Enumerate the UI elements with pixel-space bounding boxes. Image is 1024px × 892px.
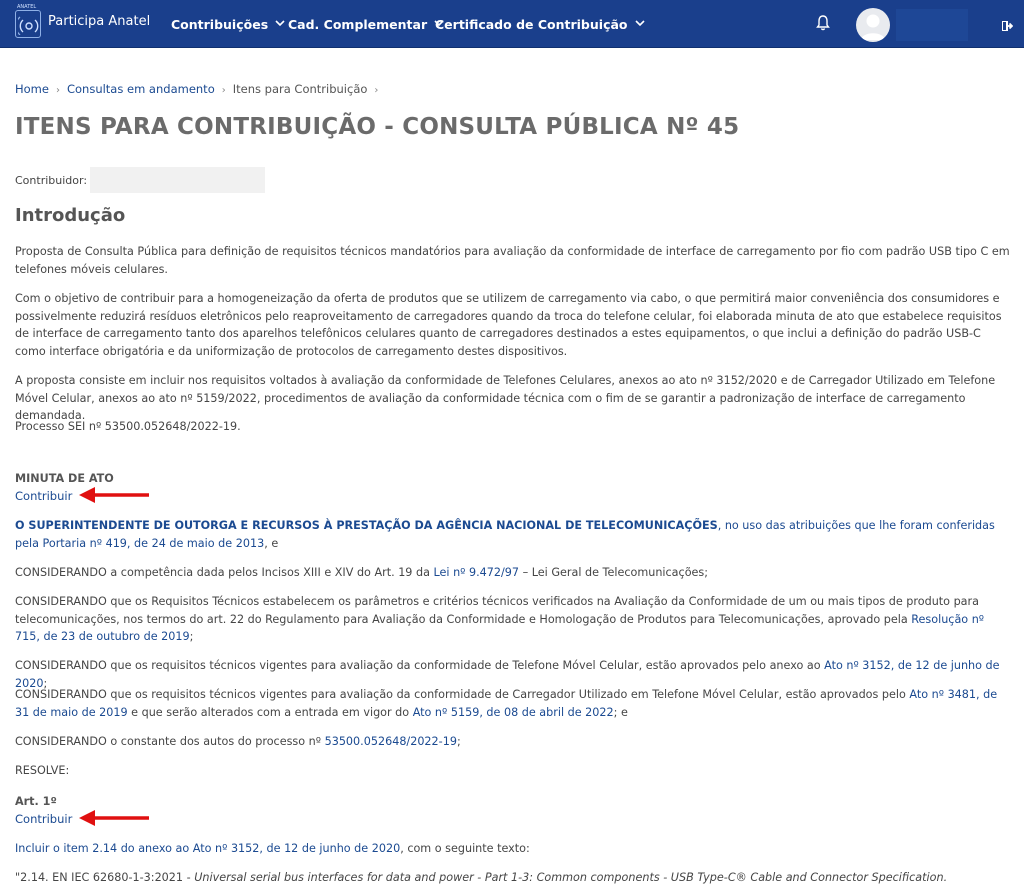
chevron-right-icon: › (374, 85, 379, 96)
top-navbar: ANATEL Participa Anatel Contribuições Ca… (0, 0, 1024, 48)
chevron-right-icon: › (221, 85, 226, 96)
chevron-right-icon: › (55, 85, 60, 96)
nav-contribuicoes[interactable]: Contribuições (171, 15, 285, 32)
contributor-label: Contribuidor: (15, 174, 88, 187)
red-arrow-icon (79, 810, 149, 826)
superintendente-link[interactable]: O SUPERINTENDENTE DE OUTORGA E RECURSOS … (15, 519, 718, 532)
minuta-p2-text-a: CONSIDERANDO a competência dada pelos In… (15, 566, 434, 579)
minuta-paragraph-3: CONSIDERANDO que os Requisitos Técnicos … (15, 593, 1010, 646)
contributor-value-redacted (90, 167, 265, 193)
art1-heading: Art. 1º (15, 795, 57, 808)
minuta-p1-tail: , e (264, 536, 279, 550)
minuta-p5-text-a: CONSIDERANDO que os requisitos técnicos … (15, 688, 910, 701)
minuta-paragraph-2: CONSIDERANDO a competência dada pelos In… (15, 564, 1010, 582)
logout-icon[interactable] (1001, 17, 1014, 36)
minuta-p6-text-b: ; (456, 735, 461, 748)
minuta-paragraph-1: O SUPERINTENDENTE DE OUTORGA E RECURSOS … (15, 517, 1010, 552)
art1-paragraph: Incluir o item 2.14 do anexo ao Ato nº 3… (15, 840, 1010, 858)
art1-quote: "2.14. EN IEC 62680-1-3:2021 - Universal… (15, 869, 1010, 887)
minuta-p2-text-b: – Lei Geral de Telecomunicações; (519, 566, 709, 579)
intro-paragraph-1: Proposta de Consulta Pública para defini… (15, 245, 1010, 276)
nav-cad-complementar-label: Cad. Complementar (288, 17, 428, 32)
ato-5159-link[interactable]: Ato nº 5159, de 08 de abril de 2022 (413, 706, 614, 719)
minuta-p3-text-b: ; (189, 630, 194, 643)
art1-quote-italic: Universal serial bus interfaces for data… (194, 871, 948, 884)
section-title-introducao: Introdução (15, 205, 126, 226)
minuta-p6-text-a: CONSIDERANDO o constante dos autos do pr… (15, 735, 325, 748)
art1-quote-a: "2.14. EN IEC 62680-1-3:2021 - (15, 871, 195, 884)
nav-contribuicoes-label: Contribuições (171, 17, 269, 32)
page-title: ITENS PARA CONTRIBUIÇÃO - CONSULTA PÚBLI… (15, 114, 740, 140)
incluir-item-link[interactable]: Incluir o item 2.14 do anexo ao (15, 842, 193, 855)
contribuir-link-art1[interactable]: Contribuir (15, 812, 72, 826)
intro-paragraph-3: A proposta consiste em incluir nos requi… (15, 374, 996, 422)
bell-icon[interactable] (816, 15, 830, 35)
nav-certificado[interactable]: Certificado de Contribuição (435, 15, 645, 32)
minuta-heading: MINUTA DE ATO (15, 472, 114, 485)
breadcrumb-home[interactable]: Home (15, 82, 49, 96)
signal-logo-icon (18, 16, 39, 35)
nav-certificado-label: Certificado de Contribuição (435, 17, 628, 32)
chevron-down-icon (634, 15, 645, 30)
breadcrumb-itens: Itens para Contribuição (232, 82, 368, 96)
minuta-paragraph-6: CONSIDERANDO o constante dos autos do pr… (15, 733, 1010, 751)
red-arrow-icon (79, 487, 149, 503)
user-name-redacted[interactable] (896, 9, 968, 41)
minuta-p5-text-c: ; e (613, 705, 628, 719)
logo-tiny-text: ANATEL (17, 4, 37, 10)
minuta-p5-text-b: e que serão alterados com a entrada em v… (127, 705, 413, 719)
minuta-paragraph-5: CONSIDERANDO que os requisitos técnicos … (15, 686, 1010, 721)
minuta-p3-text-a: CONSIDERANDO que os Requisitos Técnicos … (15, 595, 979, 626)
breadcrumb: Home › Consultas em andamento › Itens para C… (15, 82, 385, 96)
lei-9472-link[interactable]: Lei nº 9.472/97 (434, 566, 520, 579)
chevron-down-icon (275, 15, 285, 30)
contribuir-link-minuta[interactable]: Contribuir (15, 489, 72, 503)
resolve-text: RESOLVE: (15, 764, 70, 777)
breadcrumb-consultas[interactable]: Consultas em andamento (67, 82, 215, 96)
anatel-logo[interactable]: ANATEL (15, 4, 41, 38)
ato-3152-link-art1[interactable]: Ato nº 3152, de 12 de junho de 2020 (193, 842, 400, 855)
intro-paragraph-2: Com o objetivo de contribuir para a homo… (15, 292, 1002, 358)
intro-paragraph-4: Processo SEI nº 53500.052648/2022-19. (15, 420, 241, 433)
art1-text-b: , com o seguinte texto: (400, 842, 530, 855)
user-avatar-icon[interactable] (856, 8, 890, 42)
minuta-p4-text-a: CONSIDERANDO que os requisitos técnicos … (15, 659, 825, 672)
brand-name[interactable]: Participa Anatel (48, 14, 150, 29)
nav-cad-complementar[interactable]: Cad. Complementar (288, 15, 444, 32)
processo-link[interactable]: 53500.052648/2022-19 (325, 735, 457, 748)
